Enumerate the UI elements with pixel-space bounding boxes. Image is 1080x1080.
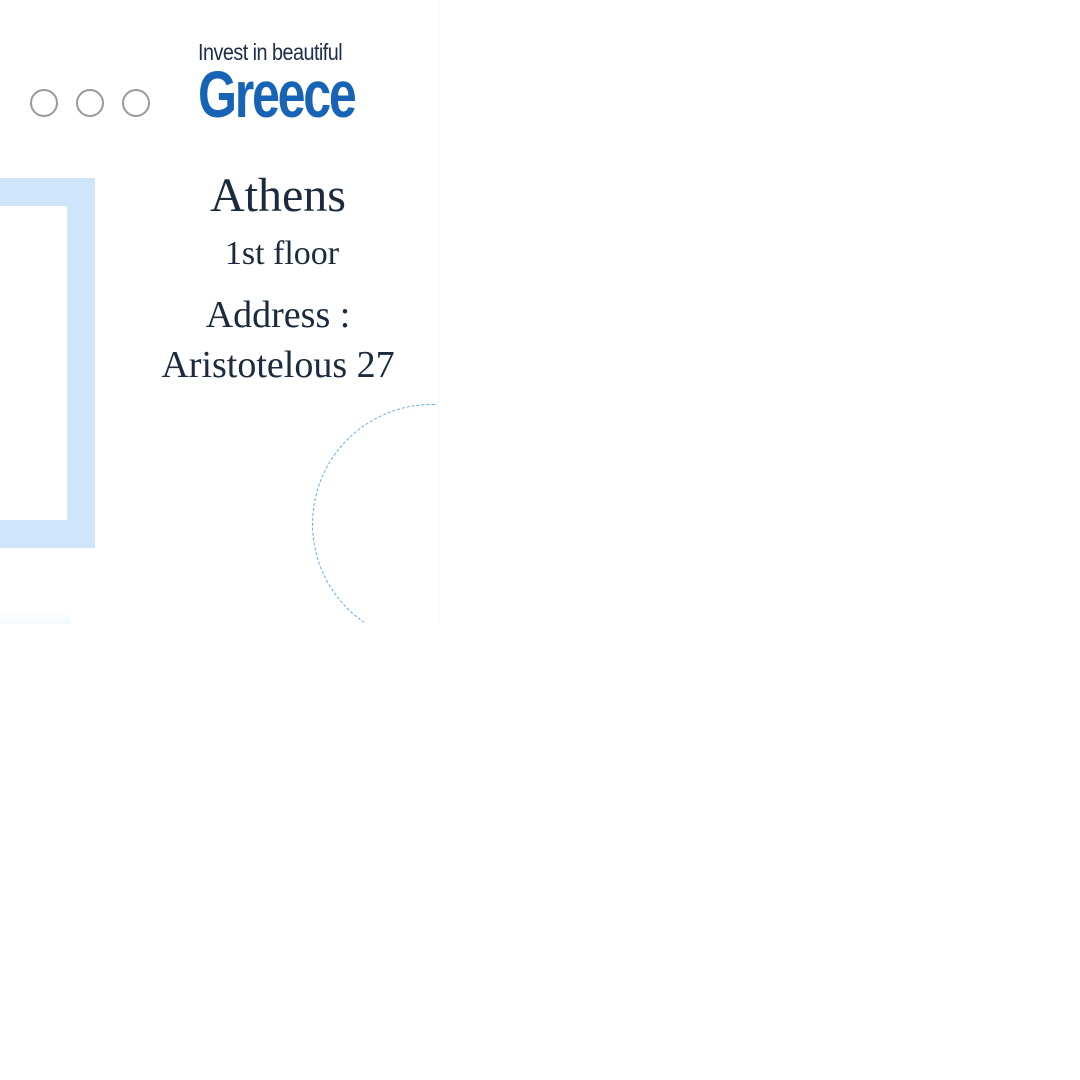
page: Invest in beautiful Greece Athens 1st fl…	[0, 0, 1080, 1080]
address-label: Address :	[205, 294, 351, 336]
location-info: Athens 1st floor Address : Aristotelous …	[138, 168, 418, 390]
city-name: Athens	[210, 169, 346, 222]
decorative-frame	[0, 178, 95, 548]
carousel-dot-3[interactable]	[122, 89, 150, 117]
carousel-dot-1[interactable]	[30, 89, 58, 117]
logo-wordmark: Greece	[198, 57, 357, 131]
floor-label: 1st floor	[224, 235, 340, 272]
carousel-dot-2[interactable]	[76, 89, 104, 117]
location-card: Invest in beautiful Greece Athens 1st fl…	[0, 0, 439, 624]
address-value: Aristotelous 27	[161, 344, 395, 386]
decorative-arc	[312, 404, 437, 623]
carousel-dots	[30, 89, 150, 117]
invest-in-greece-logo: Invest in beautiful Greece	[198, 38, 388, 131]
decorative-bar	[0, 610, 70, 624]
